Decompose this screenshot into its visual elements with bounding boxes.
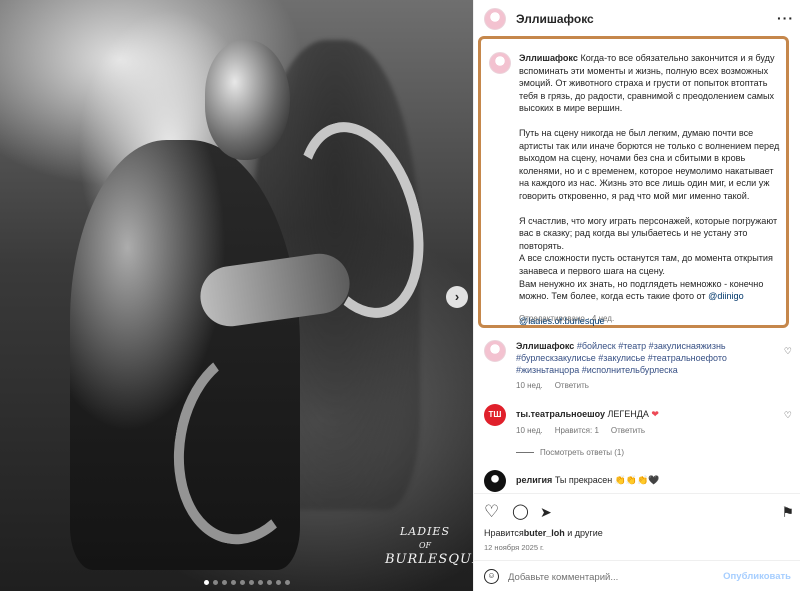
likes-prefix: Нравится [484, 528, 524, 538]
carousel-dot[interactable] [249, 580, 254, 585]
avatar[interactable] [484, 8, 506, 30]
carousel-dot[interactable] [240, 580, 245, 585]
mention-link[interactable]: @diinigo [708, 291, 744, 301]
share-icon[interactable]: ➤ [540, 502, 552, 522]
ladies-of-burlesque-watermark: LADIES OF BURLESQUE [385, 525, 473, 567]
smile-icon[interactable]: ☺ [484, 569, 499, 584]
avatar[interactable] [484, 470, 506, 492]
caption-paragraph-3: Я счастлив, что могу играть персонажей, … [519, 215, 778, 251]
reply-button[interactable]: Ответить [555, 381, 589, 390]
caption-text: Эллишафокс Когда-то все обязательно зако… [519, 52, 781, 327]
carousel-dot[interactable] [222, 580, 227, 585]
likes-summary: Нравитсяbuter_loh и другие [484, 528, 603, 538]
caption-highlight: Эллишафокс Когда-то все обязательно зако… [478, 36, 789, 328]
comment-body: религия Ты прекрасен 👏👏👏🖤 [516, 474, 776, 486]
heart-emoji: ❤ [651, 409, 659, 419]
heart-icon[interactable]: ♡ [484, 502, 499, 522]
avatar[interactable] [489, 52, 511, 74]
caption-paragraph-4: А все сложности пусть останутся там, до … [519, 253, 773, 276]
comment-time: 10 нед. [516, 381, 543, 390]
avatar[interactable] [484, 340, 506, 362]
comment-time: 10 нед. [516, 426, 543, 435]
post-date[interactable]: 12 ноября 2025 г. [484, 543, 544, 552]
comment-username[interactable]: Эллишафокс [516, 341, 574, 351]
comment-username[interactable]: религия [516, 475, 552, 485]
view-replies-button[interactable]: Посмотреть ответы (1) [516, 448, 624, 457]
comment-composer: ☺ Опубликовать [474, 560, 800, 591]
heart-icon[interactable]: ♡ [784, 410, 792, 421]
carousel-dot[interactable] [276, 580, 281, 585]
post-photo[interactable]: LADIES OF BURLESQUE › [0, 0, 473, 591]
carousel-dot[interactable] [258, 580, 263, 585]
caption-paragraph-2: Путь на сцену никогда не был легким, дум… [519, 127, 780, 201]
bookmark-icon[interactable]: ⚑ [781, 502, 794, 522]
comment-username[interactable]: ты.театральноешоу [516, 409, 605, 419]
comment-text: ЛЕГЕНДА [607, 409, 649, 419]
carousel-dot[interactable] [204, 580, 209, 585]
carousel-dot[interactable] [213, 580, 218, 585]
comment-body: Эллишафокс #бойлеск #театр #закулиснаяжи… [516, 340, 776, 376]
divider [474, 493, 800, 494]
publish-button[interactable]: Опубликовать [723, 571, 791, 582]
avatar[interactable]: ТШ [484, 404, 506, 426]
heart-icon[interactable]: ♡ [784, 346, 792, 357]
carousel-dot[interactable] [267, 580, 272, 585]
carousel-dot[interactable] [231, 580, 236, 585]
liker-username[interactable]: buter_loh [524, 528, 565, 538]
comment-meta: 10 нед. Нравится: 1 Ответить [516, 426, 645, 435]
reply-button[interactable]: Ответить [611, 426, 645, 435]
performer-head [205, 40, 290, 160]
post-header: Эллишафокс ··· [484, 8, 794, 30]
comment-input[interactable] [508, 569, 708, 585]
carousel-dots [204, 580, 290, 585]
comment-meta: 10 нед. Ответить [516, 381, 589, 390]
comment-text: Ты прекрасен [554, 475, 613, 485]
edited-timestamp: Отредактировано · 4 нед. [519, 314, 615, 323]
likes-suffix: и другие [564, 528, 603, 538]
replies-divider [516, 452, 534, 453]
author-username[interactable]: Эллишафокс [516, 12, 594, 26]
comment-likes[interactable]: Нравится: 1 [555, 426, 599, 435]
caption-username[interactable]: Эллишафокс [519, 53, 578, 63]
comment-icon[interactable]: ◯ [512, 502, 529, 522]
comment-body: ты.театральноешоу ЛЕГЕНДА ❤ [516, 408, 776, 420]
post-actions: ♡ ◯ ➤ ⚑ [484, 502, 794, 524]
post-side-panel: Эллишафокс ··· Эллишафокс Когда-то все о… [473, 0, 800, 591]
carousel-dot[interactable] [285, 580, 290, 585]
clap-emoji: 👏👏👏🖤 [614, 475, 660, 485]
view-replies-label: Посмотреть ответы (1) [540, 448, 625, 457]
more-horizontal-icon[interactable]: ··· [777, 10, 794, 26]
chevron-right-icon[interactable]: › [446, 286, 468, 308]
